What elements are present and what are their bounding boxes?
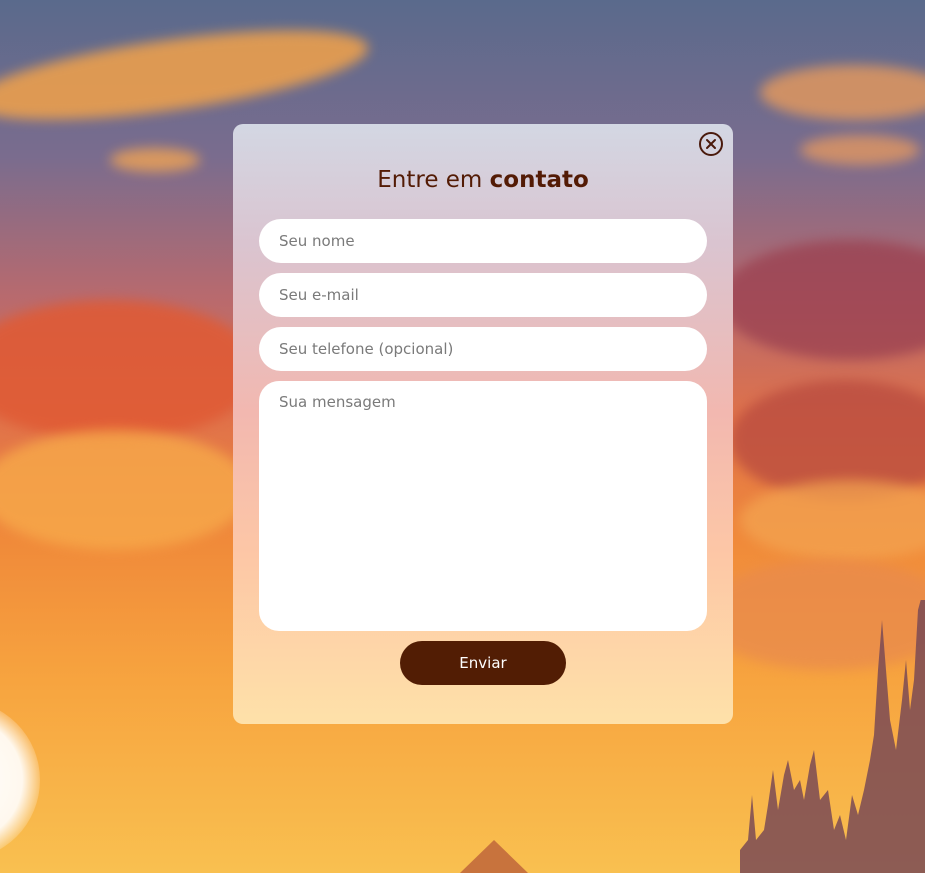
cloud: [740, 480, 925, 560]
cloud: [760, 65, 925, 120]
email-input[interactable]: [259, 273, 707, 317]
modal-title: Entre em contato: [233, 166, 733, 194]
cloud: [720, 240, 925, 360]
close-button[interactable]: [699, 132, 723, 156]
cloud: [0, 300, 260, 440]
title-regular-text: Entre em: [377, 167, 490, 193]
close-icon: [706, 139, 716, 149]
title-bold-text: contato: [489, 167, 589, 193]
pyramid-silhouette: [460, 840, 528, 873]
cloud: [0, 12, 373, 138]
cloud: [800, 135, 920, 165]
phone-input[interactable]: [259, 327, 707, 371]
submit-button[interactable]: Enviar: [400, 641, 566, 685]
contact-modal: Entre em contato Enviar: [233, 124, 733, 724]
sun: [0, 700, 40, 860]
name-input[interactable]: [259, 219, 707, 263]
cloud: [0, 430, 250, 550]
cloud: [110, 148, 200, 172]
castle-silhouette: [740, 600, 925, 873]
message-textarea[interactable]: [259, 381, 707, 631]
